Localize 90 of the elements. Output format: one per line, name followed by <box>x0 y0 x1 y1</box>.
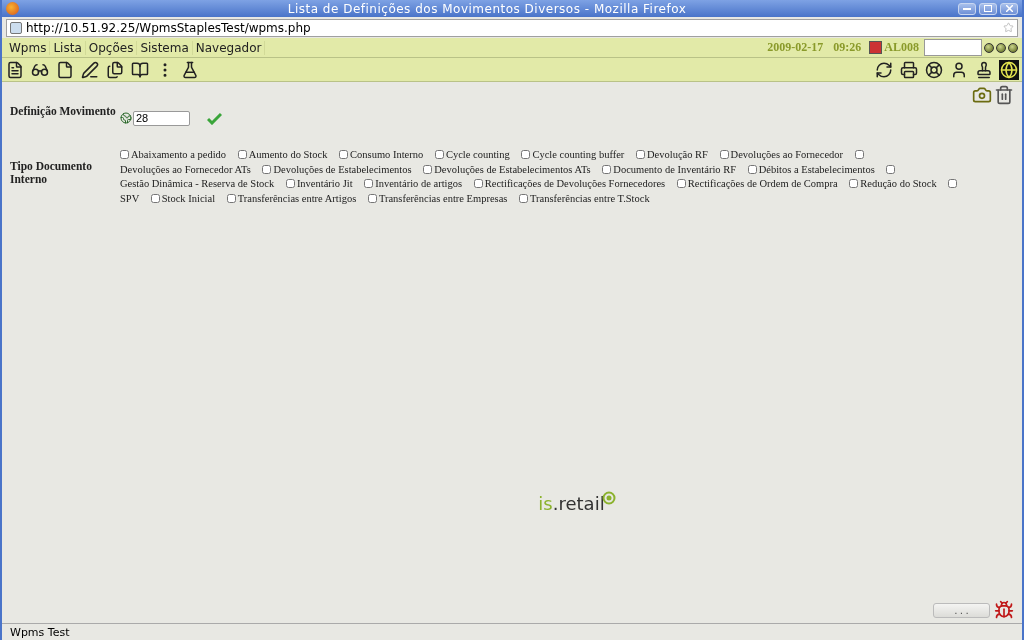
menu-item[interactable]: Wpms <box>6 40 51 55</box>
checkbox[interactable] <box>367 193 377 203</box>
checkbox-label: Cycle counting <box>445 149 510 160</box>
checkbox-label: Redução do Stock <box>860 178 937 189</box>
user-text: AL008 <box>884 40 919 55</box>
checkbox-label: Rectificações de Devoluções Fornecedores <box>484 178 666 189</box>
lifebuoy-icon[interactable] <box>924 59 944 80</box>
menu-item[interactable]: Sistema <box>137 40 193 55</box>
confirm-check-icon[interactable] <box>206 110 222 126</box>
checkbox[interactable] <box>423 164 433 174</box>
checkbox-label: Débitos a Estabelecimentos <box>758 163 875 175</box>
checkbox-label: Transferências entre Empresas <box>378 192 508 204</box>
camera-icon[interactable] <box>972 85 992 105</box>
circle-button[interactable] <box>996 42 1006 53</box>
checkbox-label: Devoluções ao Fornecedor <box>730 149 844 160</box>
checkbox[interactable] <box>676 179 686 188</box>
checkbox[interactable] <box>886 164 896 174</box>
checkbox[interactable] <box>285 179 295 188</box>
window-title: Lista de Definições dos Movimentos Diversos - Mozilla Firefox <box>286 1 688 16</box>
circle-button[interactable] <box>1008 42 1018 53</box>
quick-input-field[interactable] <box>924 39 982 56</box>
field-label: Tipo Documento Interno <box>10 160 93 186</box>
blank-page-icon[interactable] <box>55 59 75 80</box>
list-icon[interactable] <box>5 59 25 80</box>
checkbox[interactable] <box>519 193 529 203</box>
checkbox-label: Cycle counting buffer <box>532 149 625 160</box>
globe-icon[interactable] <box>999 59 1019 80</box>
lookup-icon[interactable] <box>120 112 132 124</box>
checkbox-label: Abaixamento a pedido <box>131 149 227 160</box>
checkbox[interactable] <box>120 150 129 159</box>
field-label: Definição Movimento <box>10 105 117 118</box>
checkbox-label: Transferências entre T.Stock <box>530 192 650 204</box>
date-text: 2009-02-17 <box>767 40 824 55</box>
menu-item[interactable]: Navegador <box>192 40 266 55</box>
checkbox[interactable] <box>339 150 349 159</box>
checkbox-label: Stock Inicial <box>161 192 216 204</box>
definition-field[interactable]: 28 <box>133 110 190 126</box>
menu-item[interactable]: Lista <box>50 40 86 55</box>
address-field[interactable]: http://10.51.92.25/WpmsStaplesTest/wpms.php <box>6 18 1018 37</box>
stamp-icon[interactable] <box>974 59 994 80</box>
checkbox[interactable] <box>150 193 160 203</box>
checkbox-label: Devoluções de Estabelecimentos ATs <box>434 163 591 175</box>
time-text: 09:26 <box>833 40 862 55</box>
flask-icon[interactable] <box>180 59 200 80</box>
checkbox-label: SPV <box>120 192 140 204</box>
minimize-icon <box>963 7 971 10</box>
pen-icon[interactable] <box>80 59 100 80</box>
trash-icon[interactable] <box>994 85 1014 105</box>
checkbox[interactable] <box>635 150 645 159</box>
url-text: http://10.51.92.25/WpmsStaplesTest/wpms.php <box>26 20 311 35</box>
checkbox-label: Devoluções ao Fornecedor ATs <box>120 163 251 175</box>
maximize-icon <box>984 5 992 12</box>
checkbox-label: Gestão Dinâmica - Reserva de Stock <box>120 178 275 189</box>
checkbox[interactable] <box>948 179 958 188</box>
checkbox[interactable] <box>854 150 864 159</box>
more-button[interactable]: . . . <box>933 602 990 618</box>
checkbox[interactable] <box>434 150 444 159</box>
page-icon <box>10 21 22 34</box>
minimize-button[interactable] <box>958 2 976 15</box>
checkbox-label: Documento de Inventário RF <box>613 163 737 175</box>
is-retail-logo: is.retail <box>538 493 616 515</box>
checkbox[interactable] <box>521 150 531 159</box>
menu-item[interactable]: Opções <box>85 40 138 55</box>
checkbox[interactable] <box>747 164 757 174</box>
checkbox-label: Consumo Interno <box>350 149 424 160</box>
checkbox[interactable] <box>237 150 247 159</box>
checkbox[interactable] <box>473 179 483 188</box>
ladybug-icon[interactable] <box>994 600 1014 620</box>
maximize-button[interactable] <box>979 2 997 15</box>
close-button[interactable] <box>1000 2 1018 15</box>
checkbox-label: Inventário de artigos <box>375 178 463 189</box>
bookmark-star-icon[interactable] <box>1003 22 1014 33</box>
checkbox[interactable] <box>719 150 729 159</box>
close-icon <box>1005 5 1013 12</box>
checkbox[interactable] <box>364 179 374 188</box>
checkbox-label: Rectificações de Ordem de Compra <box>687 178 838 189</box>
checkbox-label: Devolução RF <box>646 149 708 160</box>
copy-pages-icon[interactable] <box>105 59 125 80</box>
checkbox-label: Inventário Jit <box>296 178 353 189</box>
calendar-icon <box>869 41 883 54</box>
checkbox[interactable] <box>262 164 272 174</box>
checkbox-label: Transferências entre Artigos <box>237 192 357 204</box>
printer-icon[interactable] <box>899 59 919 80</box>
circle-button[interactable] <box>984 42 994 53</box>
checkbox-label: Devoluções de Estabelecimentos <box>273 163 412 175</box>
status-bar-text: Wpms Test <box>2 623 1022 640</box>
checkbox-label: Aumento do Stock <box>248 149 328 160</box>
checkbox[interactable] <box>849 179 859 188</box>
checkbox[interactable] <box>602 164 612 174</box>
checkbox[interactable] <box>226 193 236 203</box>
